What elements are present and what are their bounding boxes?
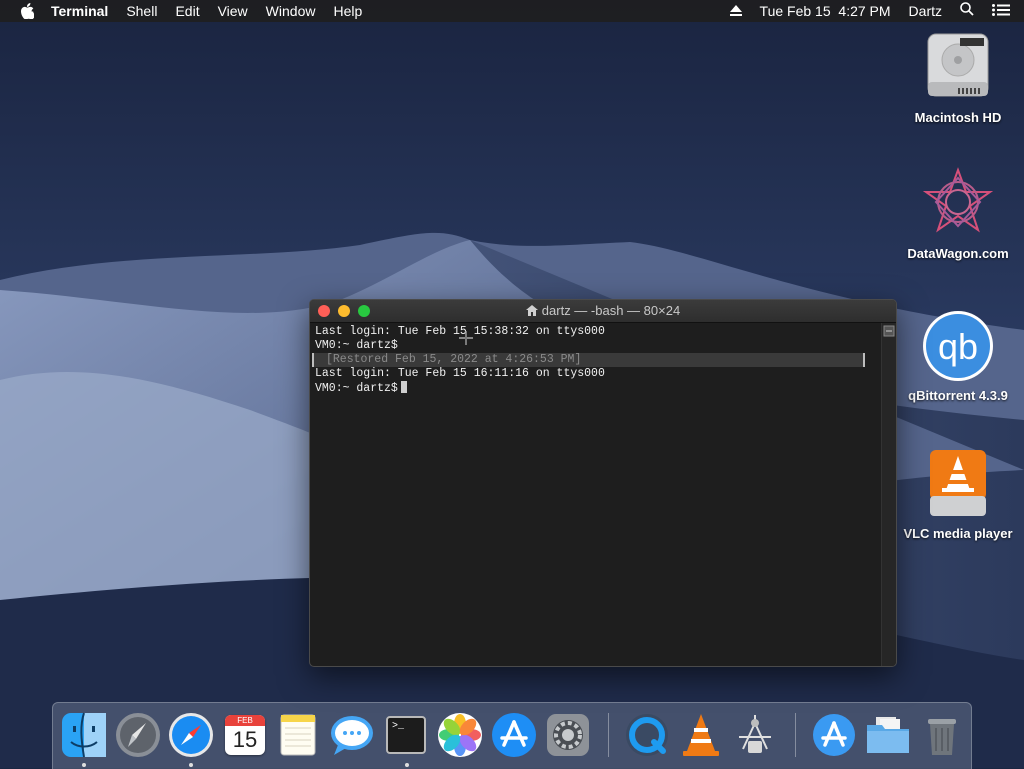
clock-datetime[interactable]: Tue Feb 15 4:27 PM xyxy=(751,0,900,22)
menu-help[interactable]: Help xyxy=(324,0,371,22)
dock-notes-icon[interactable] xyxy=(274,711,322,759)
dock-launchpad-icon[interactable] xyxy=(114,711,162,759)
dock-photos-icon[interactable] xyxy=(436,711,484,759)
terminal-line: Last login: Tue Feb 15 16:11:16 on ttys0… xyxy=(315,367,605,380)
dock-finder-icon[interactable] xyxy=(60,711,108,759)
desktop-icon-label: qBittorrent 4.3.9 xyxy=(908,388,1008,403)
dock-messages-icon[interactable] xyxy=(328,711,376,759)
calendar-day: 15 xyxy=(232,727,258,752)
scrollbar[interactable] xyxy=(881,323,896,666)
eject-icon[interactable] xyxy=(721,0,751,22)
dock-trash-icon[interactable] xyxy=(918,711,966,759)
dock-vlc-icon[interactable] xyxy=(677,711,725,759)
datawagon-icon xyxy=(922,167,994,233)
running-indicator xyxy=(82,763,86,767)
window-title: dartz — -bash — 80×24 xyxy=(541,303,681,318)
close-button[interactable] xyxy=(318,305,330,317)
terminal-prompt: VM0:~ dartz$ xyxy=(315,382,398,395)
menu-app-terminal[interactable]: Terminal xyxy=(42,0,117,22)
hard-drive-icon xyxy=(927,33,989,97)
dock-safari-icon[interactable] xyxy=(167,711,215,759)
notification-center-icon[interactable] xyxy=(983,0,1024,22)
split-pane-icon[interactable] xyxy=(883,325,895,337)
desktop-icon-vlc[interactable]: VLC media player xyxy=(898,446,1018,541)
terminal-output[interactable]: Last login: Tue Feb 15 15:38:32 on ttys0… xyxy=(310,323,882,666)
vlc-disk-icon xyxy=(930,450,986,516)
terminal-prompt-glyph: >_ xyxy=(386,716,426,754)
desktop-icon-label: DataWagon.com xyxy=(907,246,1009,261)
window-titlebar[interactable]: dartz — -bash — 80×24 xyxy=(310,300,896,323)
qb-glyph: qb xyxy=(938,326,978,367)
dock: FEB 15 >_ xyxy=(52,702,972,769)
restored-session-marker: [Restored Feb 15, 2022 at 4:26:53 PM] xyxy=(312,353,865,367)
spotlight-search-icon[interactable] xyxy=(951,0,983,22)
text-cursor xyxy=(400,381,407,393)
dock-system-preferences-icon[interactable] xyxy=(544,711,592,759)
qbittorrent-icon: qb xyxy=(923,311,993,381)
calendar-month: FEB xyxy=(225,715,265,726)
desktop-icon-datawagon[interactable]: DataWagon.com xyxy=(898,166,1018,261)
dock-downloads-folder-icon[interactable] xyxy=(864,711,912,759)
desktop-icon-label: VLC media player xyxy=(903,526,1013,541)
zoom-button[interactable] xyxy=(358,305,370,317)
dock-directory-utility-icon[interactable] xyxy=(731,711,779,759)
home-folder-icon xyxy=(525,301,538,323)
menu-view[interactable]: View xyxy=(209,0,257,22)
user-menu[interactable]: Dartz xyxy=(900,0,951,22)
dock-calendar-icon[interactable]: FEB 15 xyxy=(221,711,269,759)
crosshair-cursor-icon xyxy=(459,331,473,345)
dock-separator xyxy=(795,713,796,757)
dock-app-store-icon[interactable] xyxy=(490,711,538,759)
dock-applications-folder-icon[interactable] xyxy=(810,711,858,759)
terminal-line: VM0:~ dartz$ xyxy=(315,339,398,352)
terminal-line: Last login: Tue Feb 15 15:38:32 on ttys0… xyxy=(315,325,605,338)
dock-terminal-icon[interactable]: >_ xyxy=(382,711,430,759)
menu-edit[interactable]: Edit xyxy=(166,0,208,22)
dock-separator xyxy=(608,713,609,757)
desktop-icon-macintosh-hd[interactable]: Macintosh HD xyxy=(898,30,1018,125)
menu-bar: Terminal Shell Edit View Window Help Tue… xyxy=(0,0,1024,22)
menu-window[interactable]: Window xyxy=(257,0,325,22)
desktop-icon-qbittorrent[interactable]: qb qBittorrent 4.3.9 xyxy=(898,308,1018,403)
dock-quicktime-icon[interactable] xyxy=(623,711,671,759)
minimize-button[interactable] xyxy=(338,305,350,317)
desktop-icon-label: Macintosh HD xyxy=(914,110,1002,125)
running-indicator xyxy=(189,763,193,767)
menu-shell[interactable]: Shell xyxy=(117,0,166,22)
apple-icon[interactable] xyxy=(20,3,34,19)
running-indicator xyxy=(405,763,409,767)
terminal-window[interactable]: dartz — -bash — 80×24 Last login: Tue Fe… xyxy=(309,299,897,667)
